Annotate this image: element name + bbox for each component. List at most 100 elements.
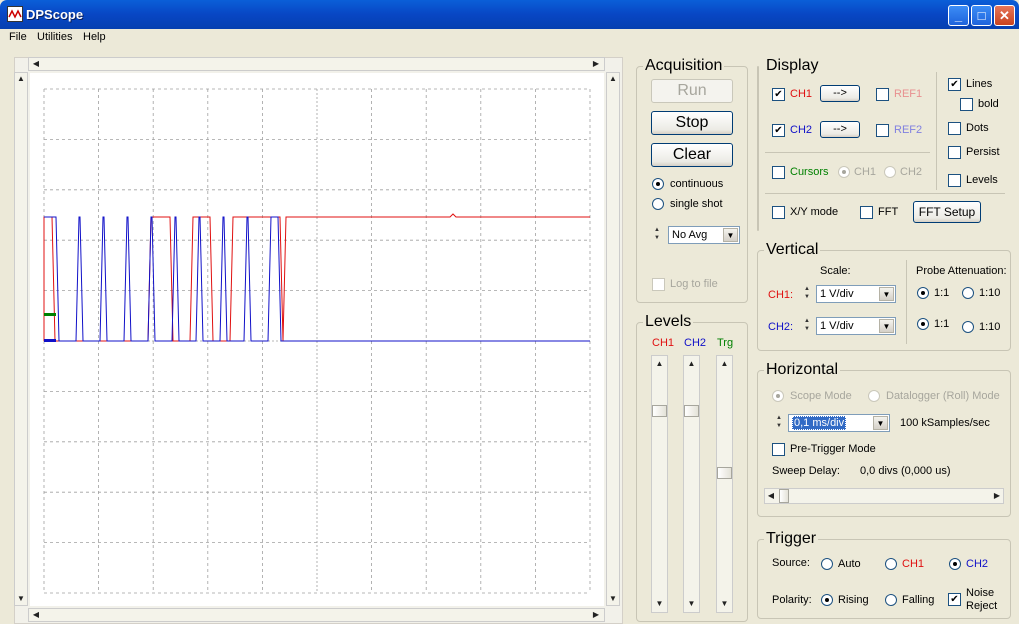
scope-mode-radio[interactable] <box>772 390 784 402</box>
ch1-display-checkbox[interactable]: ✔ <box>772 88 785 101</box>
scroll-down-icon[interactable]: ▼ <box>607 594 619 603</box>
bottom-scrollbar[interactable] <box>28 608 605 622</box>
fft-checkbox[interactable] <box>860 206 873 219</box>
ch1-level-slider[interactable] <box>651 355 668 613</box>
scroll-right-icon[interactable]: ▶ <box>590 59 602 68</box>
ch1-scale-select[interactable]: 1 V/div ▼ <box>816 285 896 303</box>
maximize-button[interactable]: □ <box>971 5 992 26</box>
ref2-checkbox[interactable] <box>876 124 889 137</box>
falling-radio[interactable] <box>885 594 897 606</box>
scroll-up-icon[interactable]: ▲ <box>653 359 666 368</box>
single-shot-radio[interactable] <box>652 198 664 210</box>
bold-checkbox[interactable] <box>960 98 973 111</box>
ch1-att-10-radio[interactable] <box>962 287 974 299</box>
pretrigger-checkbox[interactable] <box>772 443 785 456</box>
sweep-delay-value: 0,0 divs (0,000 us) <box>860 465 951 477</box>
trigger-ch2-radio[interactable] <box>949 558 961 570</box>
scroll-left-icon[interactable]: ◀ <box>30 59 42 68</box>
sweep-delay-thumb[interactable] <box>779 489 789 503</box>
stop-button[interactable]: Stop <box>651 111 733 135</box>
persist-checkbox[interactable] <box>948 146 961 159</box>
ch1-ref-store-button[interactable]: --> <box>820 85 860 102</box>
run-button[interactable]: Run <box>651 79 733 103</box>
ch2-ref-store-button[interactable]: --> <box>820 121 860 138</box>
ch1-att-1-radio[interactable] <box>917 287 929 299</box>
levels-display-label: Levels <box>966 174 998 186</box>
scroll-down-icon[interactable]: ▼ <box>15 594 27 603</box>
scroll-down-icon[interactable]: ▼ <box>685 599 698 608</box>
levels-checkbox[interactable] <box>948 174 961 187</box>
scroll-down-icon[interactable]: ▼ <box>718 599 731 608</box>
ch1-scale-spinner[interactable]: ▲ ▼ <box>802 285 812 303</box>
bold-label: bold <box>978 98 999 110</box>
datalogger-mode-radio[interactable] <box>868 390 880 402</box>
scroll-right-icon[interactable]: ▶ <box>992 491 1002 500</box>
cursor-ch2-label: CH2 <box>900 166 923 178</box>
lines-checkbox[interactable]: ✔ <box>948 78 961 91</box>
ch2-att-1-radio[interactable] <box>917 318 929 330</box>
ch1-level-thumb[interactable] <box>652 405 667 417</box>
fft-setup-button[interactable]: FFT Setup <box>913 201 981 223</box>
chevron-down-icon[interactable]: ▼ <box>879 287 894 301</box>
chevron-down-icon[interactable]: ▼ <box>879 319 894 333</box>
ch2-level-slider[interactable] <box>683 355 700 613</box>
ch2-display-checkbox[interactable]: ✔ <box>772 124 785 137</box>
cursors-checkbox[interactable] <box>772 166 785 179</box>
scroll-left-icon[interactable]: ◀ <box>30 610 42 619</box>
ch2-scale-select[interactable]: 1 V/div ▼ <box>816 317 896 335</box>
divider <box>765 193 1005 194</box>
top-scrollbar[interactable] <box>28 57 605 71</box>
levels-ch1-label: CH1 <box>652 337 675 349</box>
noise-reject-checkbox[interactable]: ✔ <box>948 593 961 606</box>
xy-mode-checkbox[interactable] <box>772 206 785 219</box>
scroll-right-icon[interactable]: ▶ <box>590 610 602 619</box>
trigger-level-thumb[interactable] <box>717 467 732 479</box>
menu-bar <box>0 29 1019 48</box>
ch2-display-label: CH2 <box>790 124 813 136</box>
ch2-level-thumb[interactable] <box>684 405 699 417</box>
scroll-down-icon[interactable]: ▼ <box>653 599 666 608</box>
scroll-up-icon[interactable]: ▲ <box>607 74 619 83</box>
right-scrollbar[interactable] <box>606 72 620 606</box>
scroll-up-icon[interactable]: ▲ <box>685 359 698 368</box>
trigger-source-label: Source: <box>772 557 810 569</box>
clear-button[interactable]: Clear <box>651 143 733 167</box>
ch2-scale-spinner[interactable]: ▲ ▼ <box>802 317 812 335</box>
cursor-ch1-label: CH1 <box>854 166 877 178</box>
timebase-spinner[interactable]: ▲ ▼ <box>774 414 784 432</box>
scroll-up-icon[interactable]: ▲ <box>718 359 731 368</box>
log-to-file-checkbox[interactable] <box>652 278 665 291</box>
ref1-checkbox[interactable] <box>876 88 889 101</box>
continuous-radio[interactable] <box>652 178 664 190</box>
trigger-ch1-radio[interactable] <box>885 558 897 570</box>
menu-help[interactable]: Help <box>83 31 106 43</box>
menu-file[interactable]: File <box>9 31 27 43</box>
averaging-select[interactable]: No Avg ▼ <box>668 226 740 244</box>
dots-checkbox[interactable] <box>948 122 961 135</box>
ch1-att-10-label: 1:10 <box>979 287 1001 299</box>
continuous-label: continuous <box>670 178 724 190</box>
cursor-ch2-radio[interactable] <box>884 166 896 178</box>
chevron-down-icon[interactable]: ▼ <box>723 228 738 242</box>
close-button[interactable]: ✕ <box>994 5 1015 26</box>
trigger-level-slider[interactable] <box>716 355 733 613</box>
sweep-delay-label: Sweep Delay: <box>772 465 840 477</box>
scroll-up-icon[interactable]: ▲ <box>15 74 27 83</box>
scroll-left-icon[interactable]: ◀ <box>766 491 776 500</box>
rising-radio[interactable] <box>821 594 833 606</box>
ch2-att-10-radio[interactable] <box>962 321 974 333</box>
menu-utilities[interactable]: Utilities <box>37 31 72 43</box>
minimize-button[interactable]: _ <box>948 5 969 26</box>
timebase-select[interactable]: 0,1 ms/div ▼ <box>788 414 890 432</box>
sample-rate: 100 kSamples/sec <box>900 417 990 429</box>
avg-spinner[interactable]: ▲ ▼ <box>652 226 662 244</box>
cursor-ch1-radio[interactable] <box>838 166 850 178</box>
waveform-display <box>43 88 591 594</box>
left-scrollbar[interactable] <box>14 72 28 606</box>
trigger-auto-radio[interactable] <box>821 558 833 570</box>
chevron-down-icon[interactable]: ▼ <box>873 416 888 430</box>
divider <box>765 152 930 153</box>
ch2-level-marker <box>44 339 56 342</box>
sweep-delay-slider[interactable] <box>764 488 1004 504</box>
scope-screen[interactable] <box>30 73 604 606</box>
